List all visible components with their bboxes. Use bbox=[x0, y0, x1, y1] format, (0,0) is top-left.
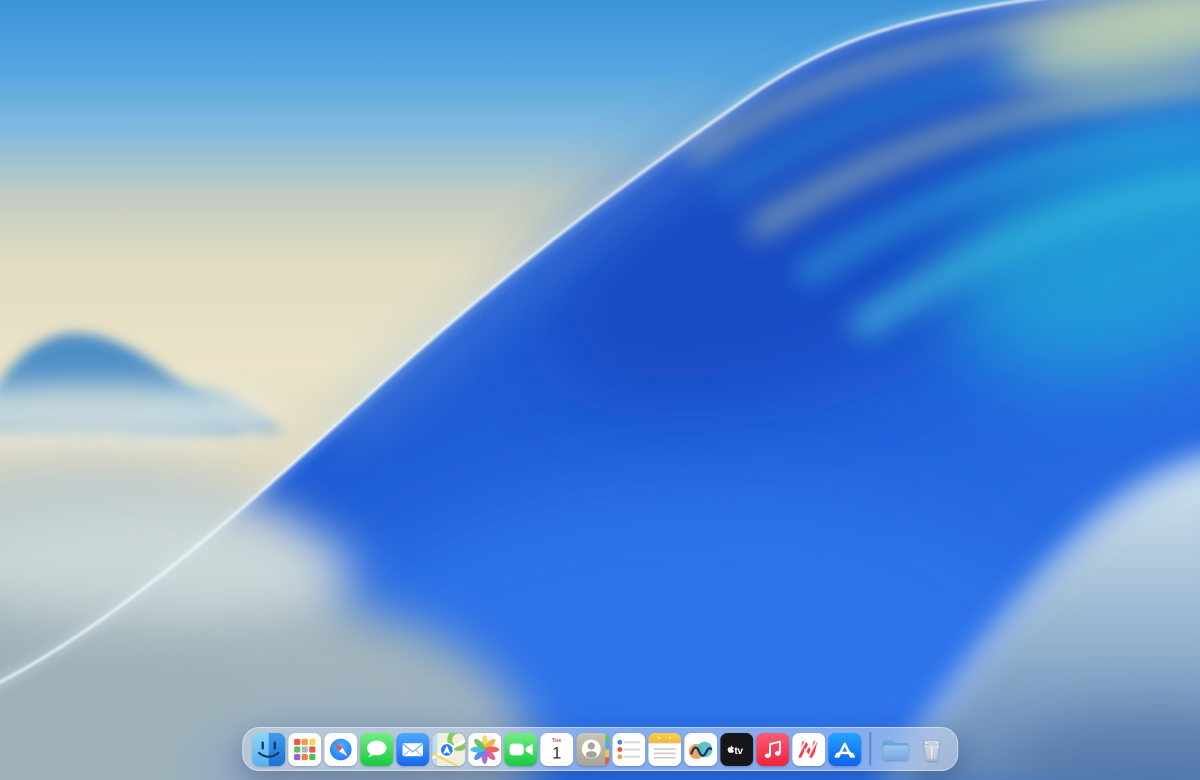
mail-icon bbox=[396, 733, 429, 766]
news-icon bbox=[792, 733, 825, 766]
dock-item-freeform[interactable] bbox=[684, 733, 717, 766]
dock-item-calendar[interactable]: Tue 1 bbox=[540, 733, 573, 766]
dock-item-launchpad[interactable] bbox=[288, 733, 321, 766]
dock: Tue 1 bbox=[242, 727, 958, 771]
dock-item-messages[interactable] bbox=[360, 733, 393, 766]
dock-item-safari[interactable] bbox=[324, 733, 357, 766]
dock-item-app-store[interactable] bbox=[828, 733, 861, 766]
dock-item-news[interactable] bbox=[792, 733, 825, 766]
folder-icon bbox=[879, 733, 912, 766]
notes-icon bbox=[648, 733, 681, 766]
freeform-icon bbox=[684, 733, 717, 766]
dock-item-finder[interactable] bbox=[252, 733, 285, 766]
reminders-icon bbox=[612, 733, 645, 766]
facetime-icon bbox=[504, 733, 537, 766]
dock-item-contacts[interactable] bbox=[576, 733, 609, 766]
dock-item-mail[interactable] bbox=[396, 733, 429, 766]
desktop-wallpaper bbox=[0, 0, 1200, 780]
dock-item-notes[interactable] bbox=[648, 733, 681, 766]
maps-icon bbox=[432, 733, 465, 766]
trash-icon bbox=[915, 733, 948, 766]
dock-separator bbox=[869, 732, 871, 766]
music-icon bbox=[756, 733, 789, 766]
tv-icon: tv bbox=[720, 733, 753, 766]
finder-icon bbox=[252, 733, 285, 766]
calendar-weekday: Tue bbox=[552, 738, 562, 744]
contacts-icon bbox=[576, 733, 609, 766]
dock-item-maps[interactable] bbox=[432, 733, 465, 766]
dock-item-music[interactable] bbox=[756, 733, 789, 766]
safari-icon bbox=[324, 733, 357, 766]
launchpad-icon bbox=[288, 733, 321, 766]
tv-label: tv bbox=[734, 745, 743, 756]
dock-item-facetime[interactable] bbox=[504, 733, 537, 766]
dock-item-downloads-folder[interactable] bbox=[879, 733, 912, 766]
messages-icon bbox=[360, 733, 393, 766]
calendar-icon: Tue 1 bbox=[540, 733, 573, 766]
dock-item-reminders[interactable] bbox=[612, 733, 645, 766]
dock-item-trash[interactable] bbox=[915, 733, 948, 766]
desktop: Tue 1 bbox=[0, 0, 1200, 780]
dock-item-tv[interactable]: tv bbox=[720, 733, 753, 766]
calendar-day: 1 bbox=[552, 744, 561, 762]
dock-item-photos[interactable] bbox=[468, 733, 501, 766]
photos-icon bbox=[468, 733, 501, 766]
app-store-icon bbox=[828, 733, 861, 766]
